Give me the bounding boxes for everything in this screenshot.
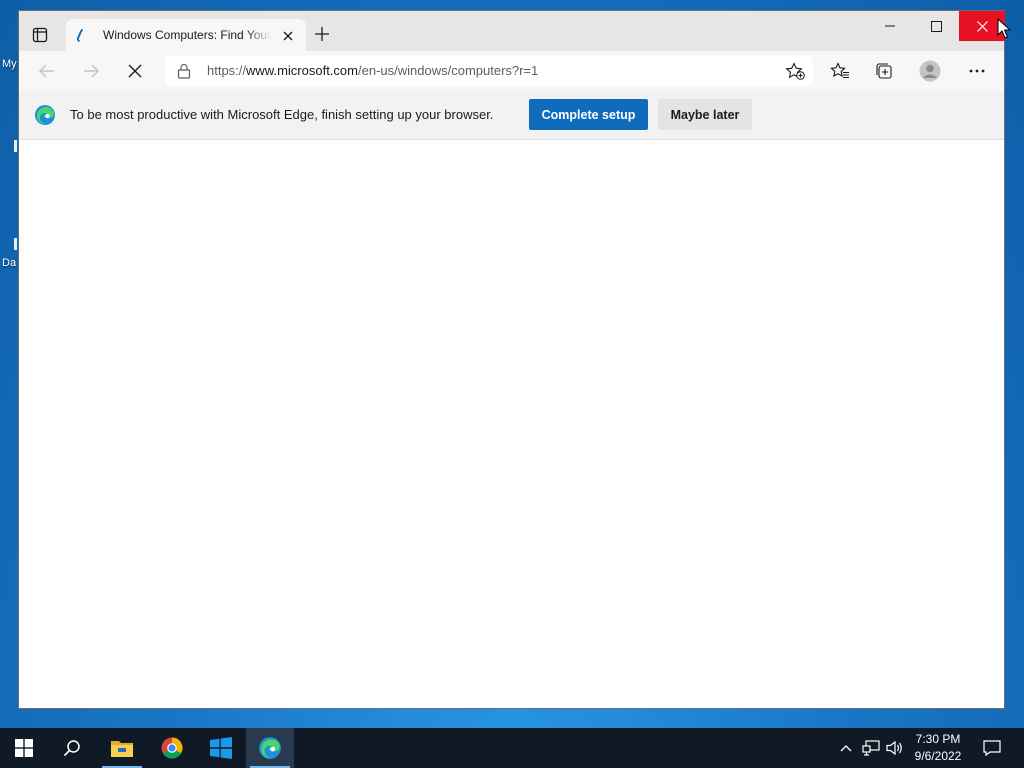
network-icon	[862, 740, 880, 756]
favorites-button[interactable]	[828, 60, 852, 82]
tab-title: Windows Computers: Find Your Perfect PC …	[103, 28, 271, 42]
url-prefix: https://	[207, 63, 247, 78]
title-bar: Windows Computers: Find Your Perfect PC …	[19, 11, 1005, 52]
loading-favicon-icon	[76, 29, 83, 42]
chrome-icon	[161, 737, 183, 759]
taskbar: 7:30 PM 9/6/2022	[0, 728, 1024, 768]
arrow-right-icon	[84, 64, 99, 78]
mouse-cursor-icon	[997, 18, 1011, 39]
avatar-icon	[919, 60, 941, 82]
edge-taskbar-button[interactable]	[246, 728, 294, 768]
complete-setup-button[interactable]: Complete setup	[529, 99, 648, 130]
tab-close-button[interactable]	[280, 28, 296, 44]
tab-active[interactable]: Windows Computers: Find Your Perfect PC …	[66, 19, 306, 52]
infobar-message: To be most productive with Microsoft Edg…	[70, 107, 494, 122]
close-icon	[283, 31, 293, 41]
speaker-icon	[886, 740, 902, 756]
more-icon	[969, 69, 985, 73]
maximize-icon	[930, 20, 942, 32]
tab-actions-icon	[32, 27, 48, 43]
browser-toolbar: https://www.microsoft.com/en-us/windows/…	[19, 51, 1004, 91]
favorites-icon	[830, 62, 849, 79]
minimize-icon	[885, 25, 895, 27]
desktop-icon-label[interactable]: My	[2, 58, 17, 70]
notification-icon	[983, 740, 1001, 756]
chrome-button[interactable]	[148, 728, 196, 768]
url-host: www.microsoft.com	[246, 63, 358, 78]
stop-loading-button[interactable]	[123, 60, 147, 82]
add-favorite-icon[interactable]	[785, 62, 805, 80]
collections-icon	[876, 63, 892, 79]
profile-button[interactable]	[918, 60, 942, 82]
action-center-button[interactable]	[978, 728, 1006, 768]
minimize-button[interactable]	[867, 11, 913, 41]
maybe-later-button[interactable]: Maybe later	[658, 99, 752, 130]
forward-button[interactable]	[79, 60, 103, 82]
url-path: /en-us/windows/computers?r=1	[358, 63, 539, 78]
settings-menu-button[interactable]	[965, 60, 989, 82]
edge-logo-icon	[35, 105, 55, 125]
edge-browser-window: Windows Computers: Find Your Perfect PC …	[18, 10, 1005, 709]
folder-icon	[111, 741, 133, 757]
windows-app-button[interactable]	[197, 728, 245, 768]
desktop-icon[interactable]	[14, 140, 17, 152]
edge-icon	[259, 737, 281, 759]
search-icon	[63, 740, 80, 757]
setup-infobar: To be most productive with Microsoft Edg…	[19, 91, 1004, 140]
back-button[interactable]	[35, 60, 59, 82]
show-hidden-icons-button[interactable]	[836, 728, 856, 768]
windows-logo-icon	[210, 737, 232, 759]
page-content-area[interactable]	[19, 140, 1004, 708]
new-tab-button[interactable]	[312, 24, 332, 44]
desktop-icon[interactable]	[14, 238, 17, 250]
close-icon	[976, 20, 988, 32]
clock-time: 7:30 PM	[915, 732, 961, 746]
stop-icon	[128, 64, 142, 78]
arrow-left-icon	[39, 64, 54, 78]
desktop-icon-label[interactable]: Da	[2, 257, 16, 269]
file-explorer-button[interactable]	[98, 728, 146, 768]
search-button[interactable]	[48, 728, 96, 768]
clock-date: 9/6/2022	[914, 749, 962, 763]
volume-button[interactable]	[884, 728, 906, 768]
url-text[interactable]: https://www.microsoft.com/en-us/windows/…	[207, 63, 538, 78]
tab-actions-button[interactable]	[29, 24, 51, 46]
plus-icon	[315, 27, 329, 41]
taskbar-clock[interactable]: 7:30 PM 9/6/2022	[906, 731, 970, 765]
collections-button[interactable]	[872, 60, 896, 82]
chevron-up-icon	[840, 745, 852, 752]
network-button[interactable]	[860, 728, 882, 768]
lock-icon[interactable]	[177, 63, 191, 79]
windows-start-icon	[15, 739, 33, 757]
start-button[interactable]	[0, 728, 48, 768]
address-bar[interactable]: https://www.microsoft.com/en-us/windows/…	[165, 56, 813, 86]
maximize-button[interactable]	[913, 11, 959, 41]
